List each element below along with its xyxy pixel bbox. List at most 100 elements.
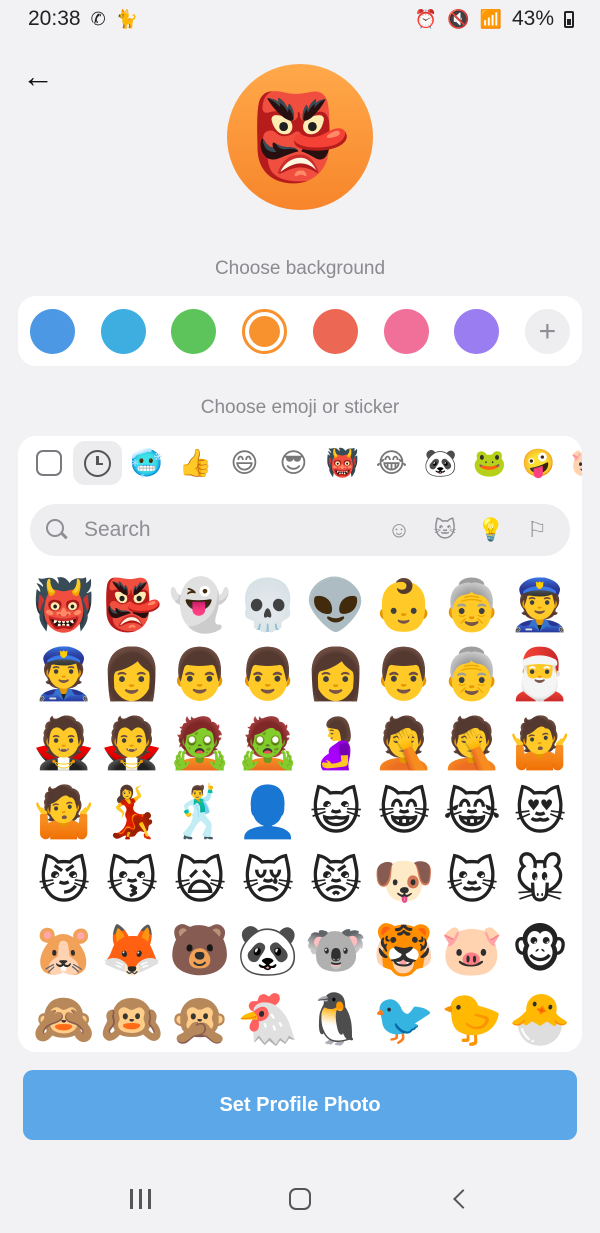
emoji-cell[interactable]: 👨 bbox=[166, 639, 234, 708]
emoji-cell[interactable]: 😸 bbox=[370, 777, 438, 846]
tab-emoji-5[interactable]: 😂 bbox=[367, 441, 416, 485]
clock-icon bbox=[84, 449, 111, 477]
status-bar: 20:38 ✆ 🐈 ⏰ 🔇 📶 43% bbox=[0, 0, 600, 38]
emoji-cell[interactable]: 💃 bbox=[98, 777, 166, 846]
emoji-cell[interactable]: 🤷 bbox=[30, 777, 98, 846]
emoji-cell[interactable]: 🧟 bbox=[234, 708, 302, 777]
emoji-cell[interactable]: 🐔 bbox=[234, 984, 302, 1052]
system-nav-bar bbox=[0, 1165, 600, 1233]
lightbulb-icon[interactable]: 💡 bbox=[474, 513, 508, 547]
emoji-picker: 🥶👍😄😎👹😂🐼🐸🤪🐷 Search ☺🐱💡⚐ 👹👺👻💀👽👶👵👮👮👩👨👨👩👨👵🎅🧛… bbox=[18, 436, 582, 1052]
emoji-cell[interactable]: 🧟 bbox=[166, 708, 234, 777]
emoji-cell[interactable]: 👮 bbox=[506, 570, 574, 639]
emoji-cell[interactable]: 🙀 bbox=[166, 846, 234, 915]
tab-emoji-4[interactable]: 👹 bbox=[318, 441, 367, 485]
emoji-cell[interactable]: 🦊 bbox=[98, 915, 166, 984]
emoji-cell[interactable]: 🐣 bbox=[506, 984, 574, 1052]
emoji-cell[interactable]: 😻 bbox=[506, 777, 574, 846]
emoji-cell[interactable]: 🐱 bbox=[438, 846, 506, 915]
emoji-cell[interactable]: 🐷 bbox=[438, 915, 506, 984]
emoji-cell[interactable]: 🐧 bbox=[302, 984, 370, 1052]
emoji-cell[interactable]: 👽 bbox=[302, 570, 370, 639]
flag-icon[interactable]: ⚐ bbox=[520, 513, 554, 547]
mute-icon: 🔇 bbox=[447, 9, 470, 29]
tab-emoji-0[interactable]: 🥶 bbox=[122, 441, 171, 485]
emoji-cell[interactable]: 🤦 bbox=[438, 708, 506, 777]
nav-back-button[interactable] bbox=[430, 1177, 490, 1221]
arrow-left-icon: ← bbox=[22, 58, 54, 94]
emoji-cell[interactable]: 🐹 bbox=[30, 915, 98, 984]
tab-emoji-7[interactable]: 🐸 bbox=[465, 441, 514, 485]
emoji-cell[interactable]: 😾 bbox=[302, 846, 370, 915]
choose-emoji-label: Choose emoji or sticker bbox=[200, 397, 400, 418]
tab-recent[interactable] bbox=[73, 441, 122, 485]
emoji-cell[interactable]: 👹 bbox=[30, 570, 98, 639]
emoji-cell[interactable]: 🧛 bbox=[98, 708, 166, 777]
emoji-cell[interactable]: 😹 bbox=[438, 777, 506, 846]
emoji-cell[interactable]: 🙊 bbox=[166, 984, 234, 1052]
tab-emoji-3[interactable]: 😎 bbox=[269, 441, 318, 485]
emoji-cell[interactable]: 🐶 bbox=[370, 846, 438, 915]
tab-emoji-9[interactable]: 🐷 bbox=[563, 441, 582, 485]
emoji-cell[interactable]: 🕺 bbox=[166, 777, 234, 846]
emoji-cell[interactable]: 👨 bbox=[234, 639, 302, 708]
emoji-cell[interactable]: 🎅 bbox=[506, 639, 574, 708]
home-button[interactable] bbox=[270, 1177, 330, 1221]
emoji-cell[interactable]: 🐻 bbox=[166, 915, 234, 984]
emoji-cell[interactable]: 👻 bbox=[166, 570, 234, 639]
swatch-blue[interactable] bbox=[30, 308, 75, 354]
smiley-icon[interactable]: ☺ bbox=[382, 513, 416, 547]
emoji-cell[interactable]: 👵 bbox=[438, 639, 506, 708]
tab-emoji-8[interactable]: 🤪 bbox=[514, 441, 563, 485]
emoji-cell[interactable]: 🐨 bbox=[302, 915, 370, 984]
swatch-orange[interactable] bbox=[242, 308, 288, 354]
search-bar[interactable]: Search ☺ 🐱 💡 ⚐ bbox=[30, 504, 570, 556]
swatch-cyan[interactable] bbox=[100, 308, 146, 354]
emoji-cell[interactable]: 🐯 bbox=[370, 915, 438, 984]
emoji-cell[interactable]: 😺 bbox=[302, 777, 370, 846]
emoji-cell[interactable]: 🐭 bbox=[506, 846, 574, 915]
emoji-cell[interactable]: 👶 bbox=[370, 570, 438, 639]
emoji-cell[interactable]: 🐼 bbox=[234, 915, 302, 984]
cat-icon[interactable]: 🐱 bbox=[428, 513, 462, 547]
phone-icon: ✆ bbox=[90, 9, 106, 29]
home-icon bbox=[289, 1188, 311, 1210]
emoji-cell[interactable]: 🐤 bbox=[438, 984, 506, 1052]
recents-button[interactable] bbox=[110, 1177, 170, 1221]
emoji-cell[interactable]: 👮 bbox=[30, 639, 98, 708]
tab-emoji-6[interactable]: 🐼 bbox=[416, 441, 465, 485]
emoji-cell[interactable]: 👤 bbox=[234, 777, 302, 846]
add-color-button[interactable]: + bbox=[524, 308, 570, 354]
emoji-cell[interactable]: 🤦 bbox=[370, 708, 438, 777]
tab-emoji-2[interactable]: 😄 bbox=[220, 441, 269, 485]
tab-emoji-1[interactable]: 👍 bbox=[171, 441, 220, 485]
emoji-cell[interactable]: 🧛 bbox=[30, 708, 98, 777]
back-button[interactable]: ← bbox=[22, 58, 62, 94]
search-input[interactable]: Search bbox=[84, 518, 382, 542]
emoji-cell[interactable]: 👩 bbox=[302, 639, 370, 708]
avatar-emoji: 👺 bbox=[247, 90, 353, 184]
emoji-cell[interactable]: 🙉 bbox=[98, 984, 166, 1052]
emoji-cell[interactable]: 🤷 bbox=[506, 708, 574, 777]
alarm-icon: ⏰ bbox=[414, 9, 438, 29]
emoji-cell[interactable]: 🐦 bbox=[370, 984, 438, 1052]
emoji-cell[interactable]: 👩 bbox=[98, 639, 166, 708]
emoji-cell[interactable]: 😽 bbox=[98, 846, 166, 915]
emoji-cell[interactable]: 😿 bbox=[234, 846, 302, 915]
swatch-red[interactable] bbox=[312, 308, 358, 354]
emoji-cell[interactable]: 🙈 bbox=[30, 984, 98, 1052]
emoji-cell[interactable]: 👵 bbox=[438, 570, 506, 639]
set-profile-photo-button[interactable]: Set Profile Photo bbox=[23, 1070, 577, 1140]
swatch-pink[interactable] bbox=[383, 308, 429, 354]
emoji-cell[interactable]: 😼 bbox=[30, 846, 98, 915]
emoji-cell[interactable]: 🐵 bbox=[506, 915, 574, 984]
emoji-cell[interactable]: 💀 bbox=[234, 570, 302, 639]
emoji-cell[interactable]: 👨 bbox=[370, 639, 438, 708]
swatch-green[interactable] bbox=[171, 308, 217, 354]
tab-stickers[interactable] bbox=[24, 441, 73, 485]
background-picker: + bbox=[18, 296, 582, 366]
emoji-cell[interactable]: 🤰 bbox=[302, 708, 370, 777]
swatch-purple[interactable] bbox=[454, 308, 500, 354]
emoji-cell[interactable]: 👺 bbox=[98, 570, 166, 639]
battery-percent: 43% bbox=[511, 7, 554, 30]
